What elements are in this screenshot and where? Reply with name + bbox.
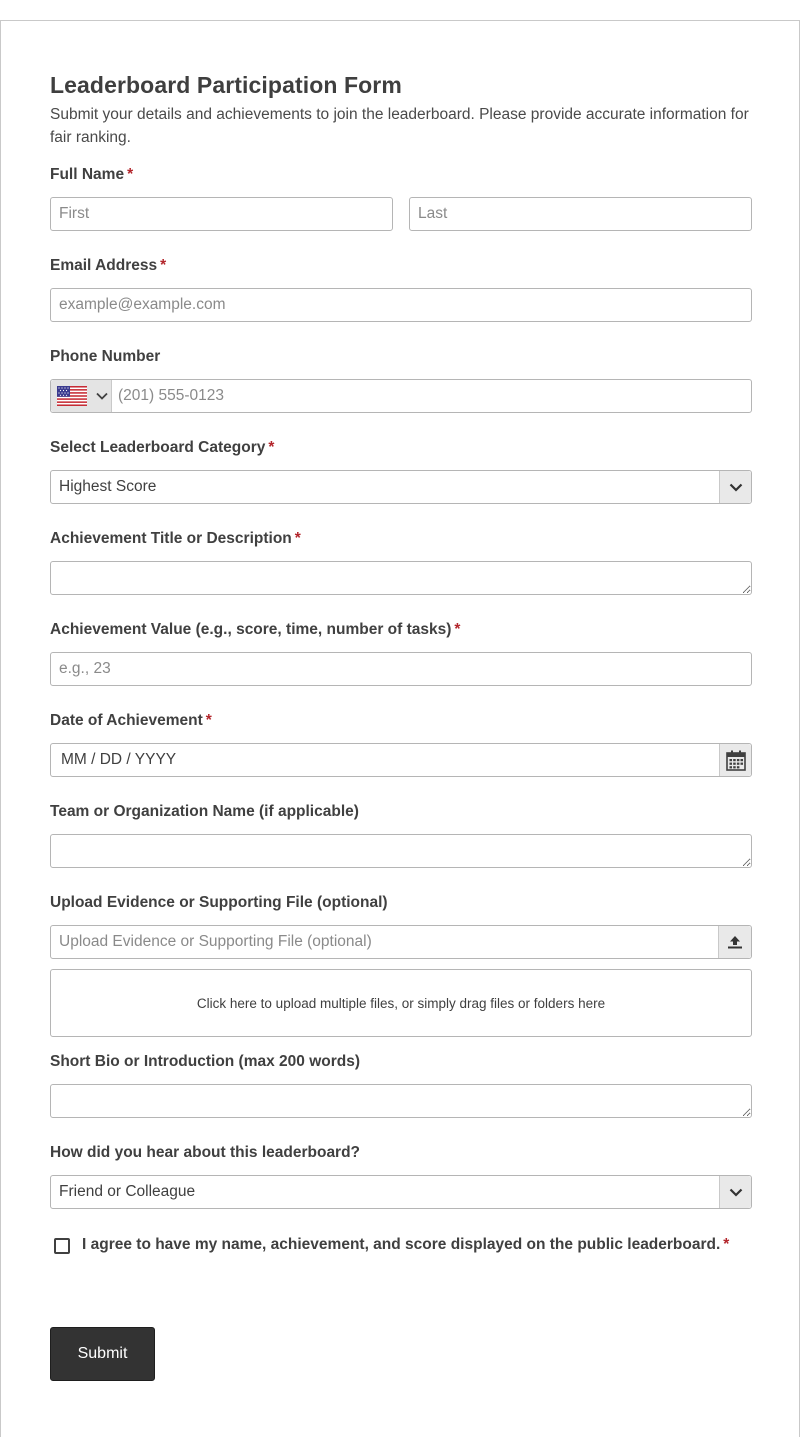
achievement-value-input[interactable] <box>50 652 752 686</box>
upload-label: Upload Evidence or Supporting File (opti… <box>50 894 388 911</box>
referral-dropdown-button[interactable] <box>719 1176 751 1208</box>
category-dropdown-button[interactable] <box>719 471 751 503</box>
file-dropzone[interactable]: Click here to upload multiple files, or … <box>50 969 752 1037</box>
us-flag-icon <box>57 386 87 406</box>
required-marker: * <box>723 1236 730 1253</box>
required-marker: * <box>268 439 275 456</box>
bio-label: Short Bio or Introduction (max 200 words… <box>50 1053 361 1070</box>
email-input[interactable] <box>50 288 752 322</box>
upload-button[interactable] <box>718 926 751 958</box>
chevron-down-icon <box>729 1188 742 1197</box>
chevron-down-icon <box>729 483 742 492</box>
achievement-title-label: Achievement Title or Description * <box>50 530 301 547</box>
form-title: Leaderboard Participation Form <box>50 72 402 98</box>
achievement-title-textarea[interactable] <box>50 561 752 595</box>
form-container: Leaderboard Participation Form Submit yo… <box>0 20 800 1437</box>
achievement-value-label: Achievement Value (e.g., score, time, nu… <box>50 621 461 638</box>
calendar-icon <box>725 750 746 771</box>
form-subtitle: Submit your details and achievements to … <box>50 106 749 146</box>
category-label: Select Leaderboard Category * <box>50 439 275 456</box>
category-select[interactable]: Highest Score <box>50 470 752 504</box>
required-marker: * <box>160 257 167 274</box>
required-marker: * <box>294 530 301 547</box>
team-textarea[interactable] <box>50 834 752 868</box>
dropzone-text: Click here to upload multiple files, or … <box>196 995 606 1011</box>
upload-placeholder: Upload Evidence or Supporting File (opti… <box>59 933 372 950</box>
required-marker: * <box>205 712 212 729</box>
referral-label: How did you hear about this leaderboard? <box>50 1144 361 1161</box>
team-label: Team or Organization Name (if applicable… <box>50 803 359 820</box>
upload-input[interactable]: Upload Evidence or Supporting File (opti… <box>50 925 752 959</box>
date-label: Date of Achievement * <box>50 712 212 729</box>
date-picker-button[interactable] <box>719 744 751 776</box>
phone-placeholder: (201) 555-0123 <box>118 387 224 404</box>
full-name-label: Full Name * <box>50 166 134 183</box>
consent-label: I agree to have my name, achievement, an… <box>82 1236 730 1253</box>
required-marker: * <box>454 621 461 638</box>
date-placeholder: MM / DD / YYYY <box>61 751 177 768</box>
submit-button[interactable]: Submit <box>50 1327 155 1381</box>
phone-label: Phone Number <box>50 348 161 365</box>
email-label: Email Address * <box>50 257 167 274</box>
consent-checkbox[interactable] <box>54 1238 70 1254</box>
referral-selected-value: Friend or Colleague <box>59 1183 196 1200</box>
date-input[interactable]: MM / DD / YYYY <box>50 743 752 777</box>
required-marker: * <box>127 166 134 183</box>
bio-textarea[interactable] <box>50 1084 752 1118</box>
referral-select[interactable]: Friend or Colleague <box>50 1175 752 1209</box>
upload-icon <box>728 936 742 949</box>
country-code-select[interactable] <box>51 380 112 412</box>
first-name-input[interactable] <box>50 197 393 231</box>
category-selected-value: Highest Score <box>59 478 157 495</box>
last-name-input[interactable] <box>409 197 752 231</box>
phone-input[interactable]: (201) 555-0123 <box>50 379 752 413</box>
chevron-down-icon <box>96 392 108 400</box>
